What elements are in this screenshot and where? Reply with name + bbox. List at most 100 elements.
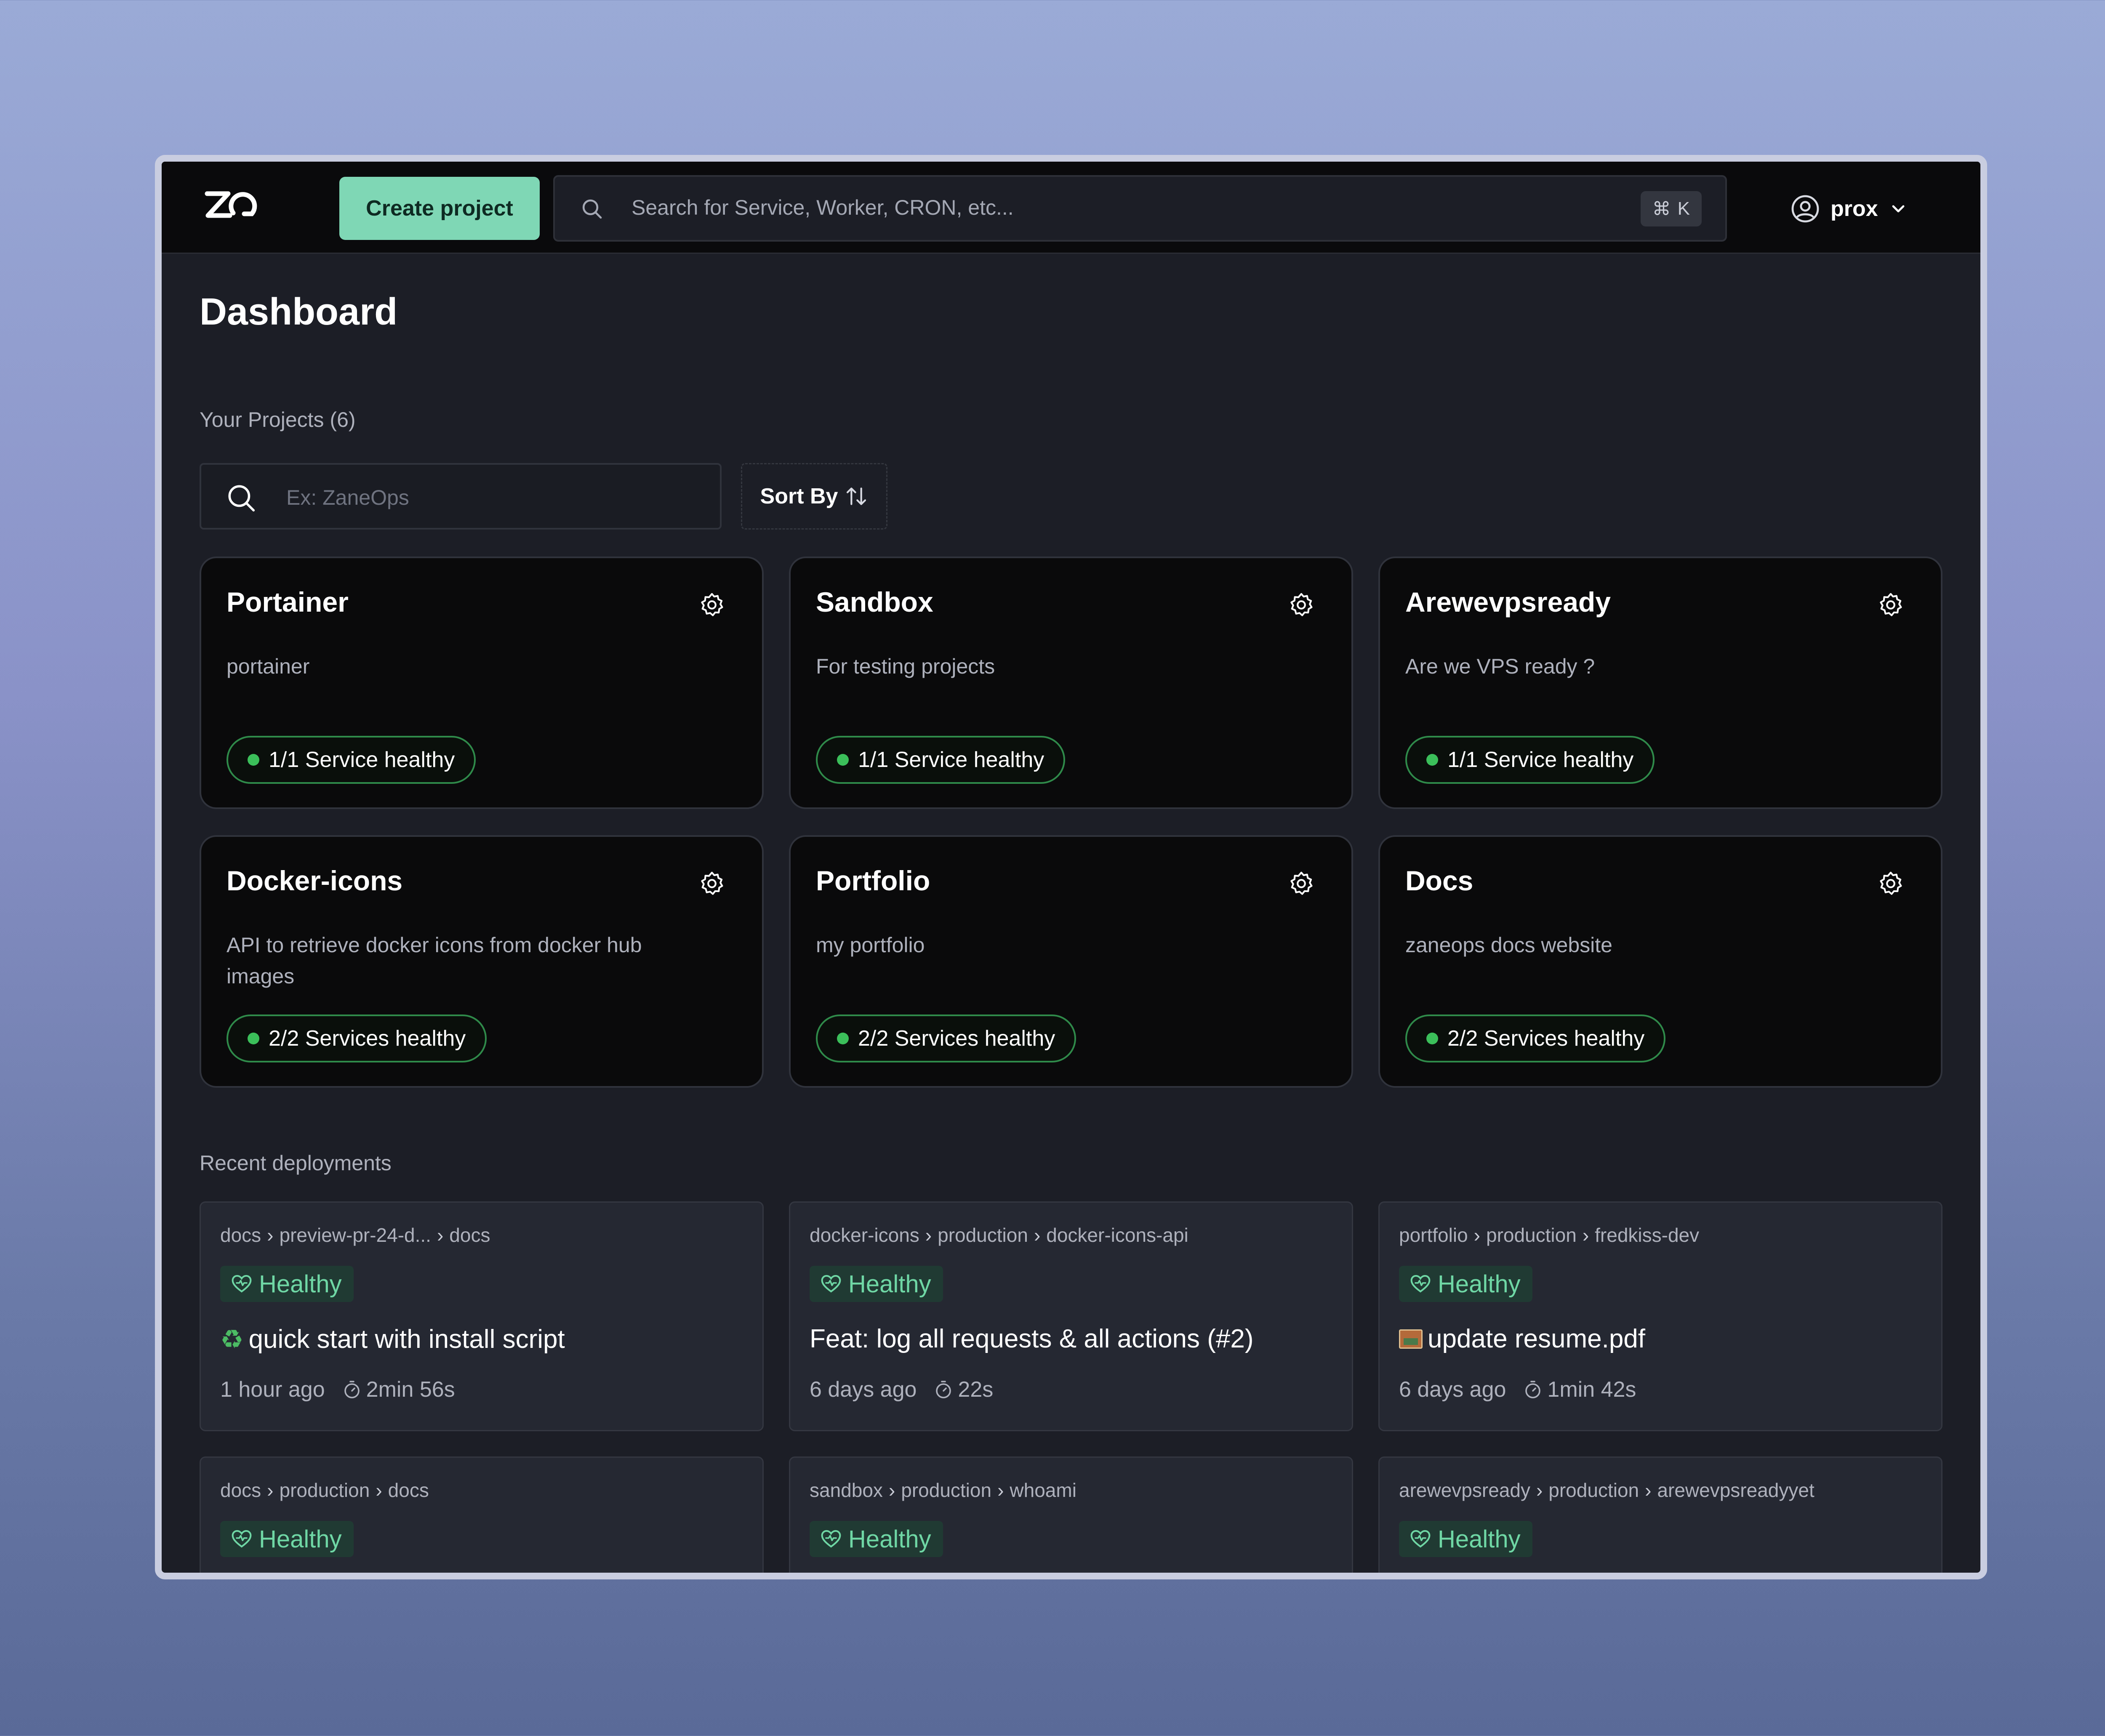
breadcrumb-service[interactable]: docker-icons-api: [1046, 1224, 1188, 1246]
status-label: Healthy: [1438, 1270, 1521, 1298]
project-search-input[interactable]: [285, 482, 700, 514]
heart-pulse-icon: [232, 1275, 252, 1293]
time-ago: 6 days ago: [1399, 1377, 1506, 1402]
deployment-card[interactable]: arewevpsready › production › arewevpsready…: [1378, 1456, 1942, 1573]
timer-icon: [936, 1381, 951, 1398]
commit-message-text: Feat: log all requests & all actions (#2…: [810, 1324, 1254, 1353]
service-health-badge: 2/2 Services healthy: [226, 1014, 487, 1062]
deployment-card[interactable]: docs › production › docs Healthy: [200, 1456, 764, 1573]
gear-icon[interactable]: [1877, 870, 1905, 897]
breadcrumb-service[interactable]: whoami: [1010, 1479, 1076, 1502]
status-label: Healthy: [259, 1525, 342, 1553]
breadcrumb-project[interactable]: docs: [220, 1224, 261, 1246]
breadcrumb-project[interactable]: portfolio: [1399, 1224, 1468, 1246]
chevron-down-icon: [1892, 205, 1905, 213]
project-name: Docker-icons: [226, 865, 403, 896]
project-card[interactable]: Arewevpsready Are we VPS ready ? 1/1 Ser…: [1378, 556, 1942, 809]
breadcrumb-project[interactable]: sandbox: [810, 1479, 883, 1502]
breadcrumb: docs › preview-pr-24-d... › docs: [220, 1224, 490, 1246]
breadcrumb-service[interactable]: fredkiss-dev: [1595, 1224, 1699, 1246]
status-dot: [248, 754, 259, 766]
breadcrumb-environment[interactable]: production: [901, 1479, 991, 1502]
breadcrumb-environment[interactable]: production: [1548, 1479, 1639, 1502]
gear-icon[interactable]: [1287, 591, 1315, 619]
sort-by-button[interactable]: Sort By: [741, 463, 887, 530]
time-ago: 6 days ago: [810, 1377, 917, 1402]
chevron-right-icon: ›: [267, 1224, 274, 1246]
breadcrumb-service[interactable]: docs: [449, 1224, 490, 1246]
command-key-icon: ⌘: [1652, 198, 1671, 219]
status-badge: Healthy: [220, 1521, 354, 1557]
breadcrumb-project[interactable]: docker-icons: [810, 1224, 919, 1246]
project-card[interactable]: Docs zaneops docs website 2/2 Services h…: [1378, 835, 1942, 1088]
global-search-placeholder: Search for Service, Worker, CRON, etc...: [632, 196, 1014, 219]
create-project-button[interactable]: Create project: [339, 177, 540, 240]
status-dot: [837, 1033, 849, 1044]
status-badge: Healthy: [220, 1266, 354, 1302]
breadcrumb-environment[interactable]: production: [938, 1224, 1028, 1246]
chevron-right-icon: ›: [437, 1224, 444, 1246]
breadcrumb-project[interactable]: arewevpsready: [1399, 1479, 1530, 1502]
deployment-card[interactable]: portfolio › production › fredkiss-dev Heal…: [1378, 1201, 1942, 1431]
status-badge: Healthy: [1399, 1266, 1532, 1302]
page-title: Dashboard: [200, 291, 398, 333]
global-search-bar[interactable]: Search for Service, Worker, CRON, etc...…: [553, 175, 1727, 242]
shortcut-key: K: [1677, 198, 1690, 219]
status-label: Healthy: [1438, 1525, 1521, 1553]
deployment-card[interactable]: docs › preview-pr-24-d... › docs Healthy ♻…: [200, 1201, 764, 1431]
deployment-card[interactable]: docker-icons › production › docker-icons-a…: [789, 1201, 1353, 1431]
service-health-label: 2/2 Services healthy: [1447, 1026, 1645, 1051]
project-description: my portfolio: [816, 933, 925, 957]
user-menu[interactable]: prox: [1790, 192, 1908, 226]
gear-icon[interactable]: [1287, 870, 1315, 897]
search-icon: [228, 485, 255, 512]
project-description: For testing projects: [816, 655, 995, 678]
top-bar: Create project Search for Service, Worke…: [162, 162, 1980, 254]
project-search-field[interactable]: [200, 463, 722, 530]
project-card[interactable]: Docker-icons API to retrieve docker icon…: [200, 835, 764, 1088]
project-name: Sandbox: [816, 586, 933, 618]
timer-icon: [344, 1381, 360, 1398]
deployment-meta: 6 days ago 1min 42s: [1399, 1377, 1636, 1402]
chevron-right-icon: ›: [1645, 1479, 1652, 1501]
shortcut-hint: ⌘ K: [1640, 191, 1702, 226]
breadcrumb-project[interactable]: docs: [220, 1479, 261, 1502]
deployment-card[interactable]: sandbox › production › whoami Healthy: [789, 1456, 1353, 1573]
breadcrumb-environment[interactable]: production: [1486, 1224, 1577, 1246]
breadcrumb: sandbox › production › whoami: [810, 1479, 1076, 1502]
project-card[interactable]: Portainer portainer 1/1 Service healthy: [200, 556, 764, 809]
username: prox: [1831, 197, 1878, 221]
gear-icon[interactable]: [1877, 591, 1905, 619]
chevron-right-icon: ›: [997, 1479, 1004, 1501]
breadcrumb-environment[interactable]: production: [280, 1479, 370, 1502]
project-description: portainer: [226, 655, 310, 678]
chevron-right-icon: ›: [376, 1479, 382, 1501]
project-card[interactable]: Sandbox For testing projects 1/1 Service…: [789, 556, 1353, 809]
status-label: Healthy: [259, 1270, 342, 1298]
project-description: Are we VPS ready ?: [1405, 655, 1595, 678]
recycle-icon: ♻: [220, 1325, 244, 1354]
gear-icon[interactable]: [698, 870, 726, 897]
app-window: Create project Search for Service, Worke…: [155, 155, 1987, 1579]
status-label: Healthy: [848, 1270, 931, 1298]
breadcrumb-service[interactable]: arewevpsreadyyet: [1657, 1479, 1814, 1502]
chevron-right-icon: ›: [1034, 1224, 1041, 1246]
project-card[interactable]: Portfolio my portfolio 2/2 Services heal…: [789, 835, 1353, 1088]
service-health-badge: 2/2 Services healthy: [1405, 1014, 1666, 1062]
service-health-label: 1/1 Service healthy: [269, 748, 455, 772]
gear-icon[interactable]: [698, 591, 726, 619]
service-health-label: 2/2 Services healthy: [858, 1026, 1055, 1051]
commit-message-text: quick start with install script: [248, 1325, 565, 1354]
time-ago: 1 hour ago: [220, 1377, 325, 1402]
breadcrumb-service[interactable]: docs: [388, 1479, 429, 1502]
recent-deployments-heading: Recent deployments: [200, 1151, 392, 1175]
projects-heading: Your Projects (6): [200, 408, 356, 431]
status-dot: [248, 1033, 259, 1044]
breadcrumb-environment[interactable]: preview-pr-24-d...: [280, 1224, 431, 1246]
chevron-right-icon: ›: [1536, 1479, 1543, 1501]
zaneops-logo[interactable]: [204, 188, 258, 221]
service-health-label: 2/2 Services healthy: [269, 1026, 466, 1051]
service-health-badge: 2/2 Services healthy: [816, 1014, 1076, 1062]
project-description: API to retrieve docker icons from docker…: [226, 933, 642, 988]
status-badge: Healthy: [810, 1266, 943, 1302]
